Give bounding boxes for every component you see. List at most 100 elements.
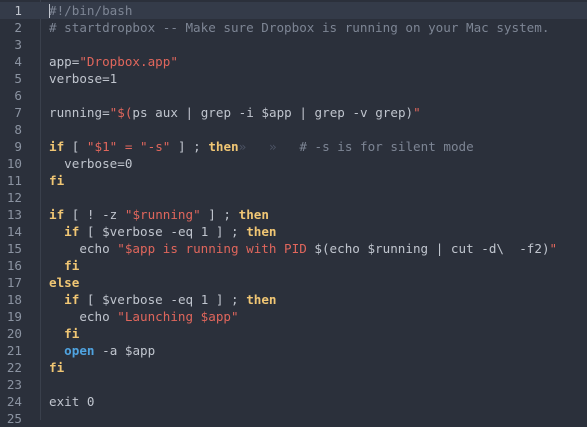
code-token-string: "$( (109, 105, 133, 120)
code-token-comment: # -s is for silent mode (299, 139, 474, 154)
code-token-keyword: if (49, 207, 65, 222)
code-token-variable: $running (367, 241, 429, 256)
code-token-keyword: then (246, 292, 277, 307)
code-token-string: "Dropbox.app" (79, 54, 178, 69)
code-token-operator: -eq (170, 292, 194, 307)
code-token-operator: -eq (170, 224, 194, 239)
code-line[interactable]: 24 exit 0 (0, 393, 587, 410)
line-number: 1 (14, 3, 22, 18)
line-code: # startdropbox -- Make sure Dropbox is r… (49, 19, 549, 36)
line-number: 21 (6, 343, 22, 358)
code-line[interactable]: 1 #!/bin/bash (0, 2, 587, 19)
code-token-operator: -d\ (481, 241, 505, 256)
line-code: exit 0 (49, 393, 95, 410)
code-token-string: "$running" (124, 207, 201, 222)
line-number: 13 (6, 207, 22, 222)
code-token-plain: =1 (102, 71, 118, 86)
code-token-variable: $verbose (102, 292, 163, 307)
line-number: 18 (6, 292, 22, 307)
code-editor[interactable]: 1 #!/bin/bash 2 # startdropbox -- Make sure… (0, 0, 587, 426)
code-line[interactable]: 11 fi (0, 172, 587, 189)
line-number: 6 (14, 88, 22, 103)
line-code: verbose=1 (49, 70, 117, 87)
code-token-variable: verbose (49, 71, 103, 86)
code-line[interactable]: 17 else (0, 274, 587, 291)
code-token-comment: #!/bin/bash (49, 3, 133, 18)
code-line[interactable]: 13 if [ ! -z "$running" ] ; then (0, 206, 587, 223)
code-token-string: "$app is running with PID (117, 241, 315, 256)
code-token-plain: [ (79, 292, 103, 307)
code-token-keyword: fi (49, 173, 65, 188)
code-token-string: "Launching $app" (117, 309, 239, 324)
code-line[interactable]: 23 (0, 376, 587, 393)
code-token-plain: =0 (117, 156, 133, 171)
code-token-operator: cut (450, 241, 474, 256)
code-line[interactable]: 4 app="Dropbox.app" (0, 53, 587, 70)
code-token-variable: app (49, 54, 72, 69)
line-code: fi (49, 325, 79, 342)
code-line[interactable]: 25 (0, 410, 587, 427)
code-line[interactable]: 9 if [ "$1" = "-s" ] ; then» » # -s is fo… (0, 138, 587, 155)
line-code: fi (49, 172, 64, 189)
code-token-keyword: else (49, 275, 80, 290)
code-line[interactable]: 2 # startdropbox -- Make sure Dropbox is … (0, 19, 587, 36)
code-line[interactable]: 15 echo "$app is running with PID $(echo… (0, 240, 587, 257)
code-token-plain: = (102, 105, 110, 120)
code-line[interactable]: 6 (0, 87, 587, 104)
code-token-plain: 1 ] ; (193, 292, 247, 307)
code-line[interactable]: 10 verbose=0 (0, 155, 587, 172)
code-token-plain: 1 ] ; (193, 224, 247, 239)
code-token-plain: [ ! (64, 207, 103, 222)
code-token-plain: ] ; (170, 139, 209, 154)
line-number: 8 (14, 122, 22, 137)
code-token-plain: ) (541, 241, 550, 256)
code-token-operator: -f2 (519, 241, 542, 256)
code-token-variable: $app (261, 105, 292, 120)
line-number: 3 (14, 37, 22, 52)
code-line[interactable]: 22 fi (0, 359, 587, 376)
line-code: echo "$app is running with PID $(echo $r… (49, 240, 557, 257)
code-line[interactable]: 14 if [ $verbose -eq 1 ] ; then (0, 223, 587, 240)
line-code: open -a $app (49, 342, 155, 359)
line-number: 25 (6, 411, 22, 426)
code-token-keyword: fi (49, 360, 65, 375)
line-code: if [ $verbose -eq 1 ] ; then (49, 291, 277, 308)
line-number: 12 (6, 190, 22, 205)
code-line[interactable]: 18 if [ $verbose -eq 1 ] ; then (0, 291, 587, 308)
code-token-variable: verbose (64, 156, 118, 171)
code-token-variable: $verbose (102, 224, 163, 239)
line-number: 22 (6, 360, 22, 375)
code-line[interactable]: 21 open -a $app (0, 342, 587, 359)
code-token-string: " (413, 105, 421, 120)
code-line[interactable]: 12 (0, 189, 587, 206)
line-code: echo "Launching $app" (49, 308, 239, 325)
line-number: 23 (6, 377, 22, 392)
code-token-plain: echo (49, 309, 118, 324)
code-line[interactable]: 8 (0, 121, 587, 138)
line-number: 15 (6, 241, 22, 256)
code-line[interactable]: 20 fi (0, 325, 587, 342)
code-line[interactable]: 3 (0, 36, 587, 53)
code-line[interactable]: 5 verbose=1 (0, 70, 587, 87)
code-token-plain: echo (49, 241, 118, 256)
code-token-invis: » » (238, 139, 300, 154)
code-token-keyword: fi (64, 258, 80, 273)
line-code: running="$(ps aux | grep -i $app | grep … (49, 104, 421, 121)
code-line[interactable]: 19 echo "Launching $app" (0, 308, 587, 325)
text-cursor (49, 4, 50, 18)
code-token-plain: [ (79, 224, 103, 239)
code-line[interactable]: 16 fi (0, 257, 587, 274)
code-line[interactable]: 7 running="$(ps aux | grep -i $app | grep… (0, 104, 587, 121)
line-number: 17 (6, 275, 22, 290)
